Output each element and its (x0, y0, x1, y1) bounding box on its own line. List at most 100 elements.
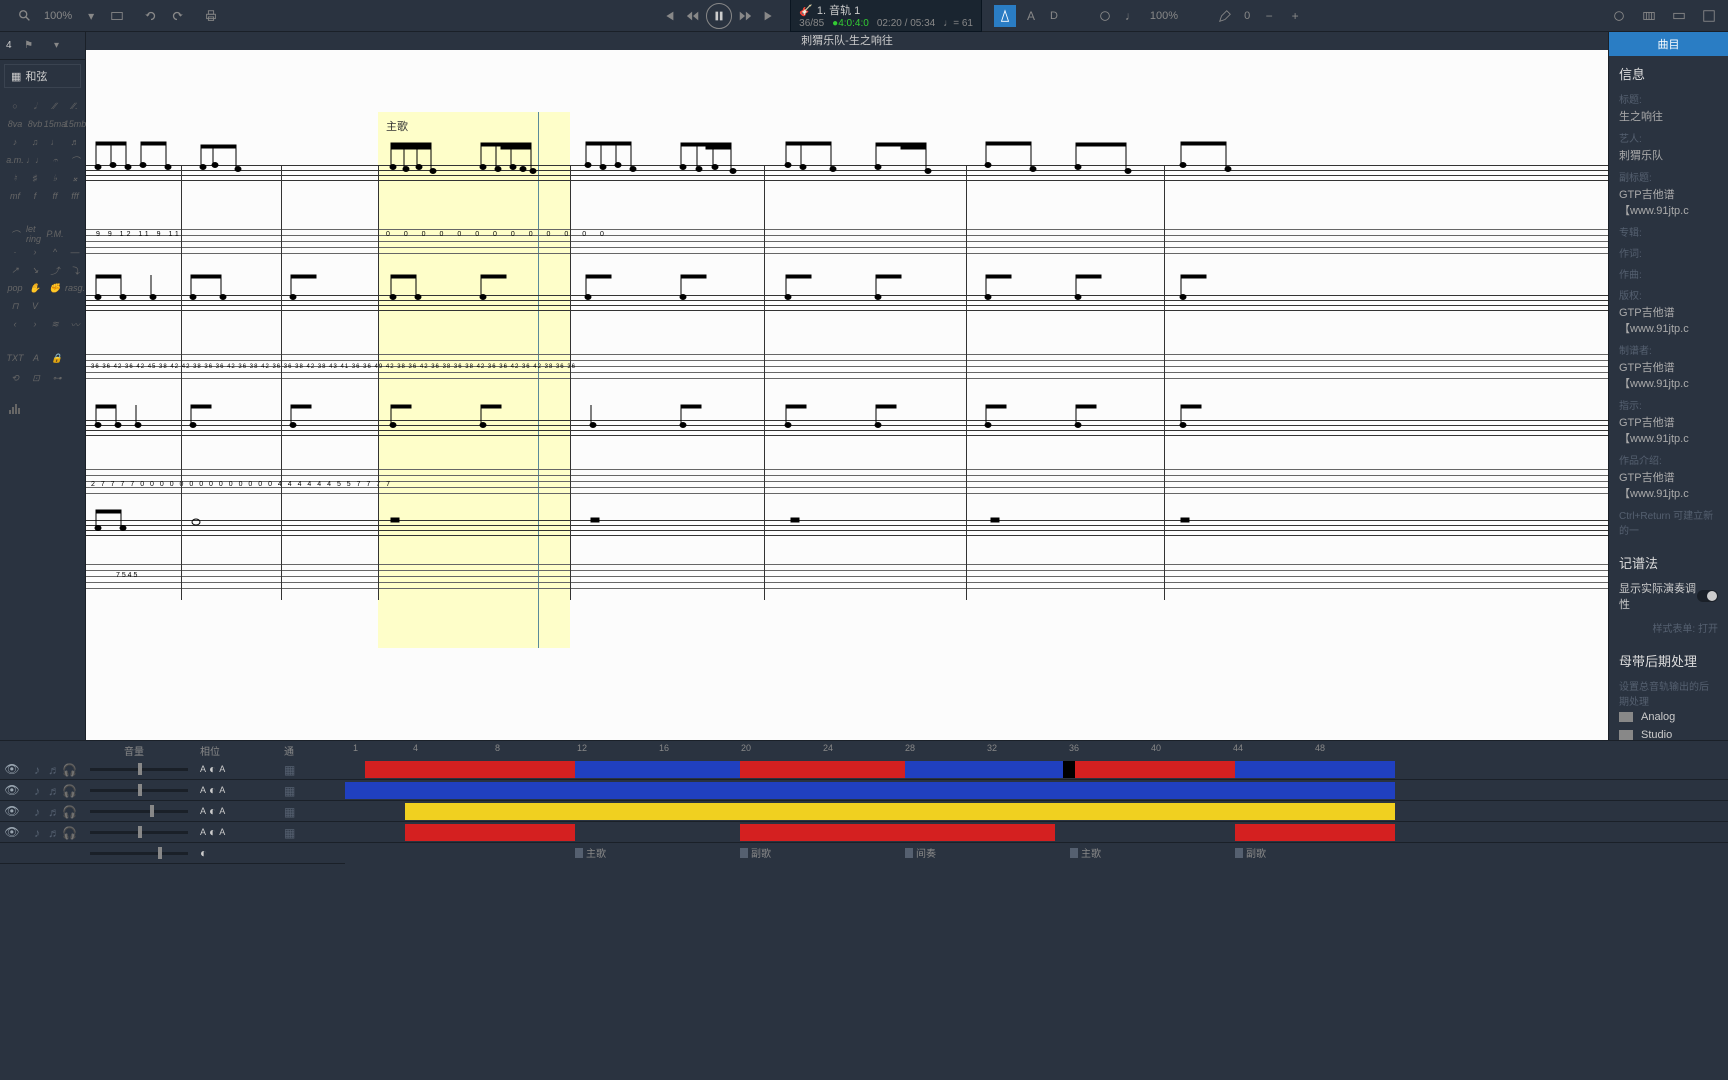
track-header-2[interactable]: 👁 ♪♬🎧 A◐A ▦ (0, 780, 345, 801)
tool-staccato[interactable]: · (6, 244, 24, 260)
panel-icon[interactable] (1698, 5, 1720, 27)
tool-8vb[interactable]: 8vb (26, 116, 44, 132)
grid-icon[interactable]: ▦ (284, 784, 296, 796)
marker[interactable]: 主歌 (575, 845, 606, 860)
master-volume-slider[interactable] (90, 852, 188, 855)
tool-txt[interactable]: TXT (6, 350, 24, 366)
marker[interactable]: 间奏 (905, 845, 936, 860)
tool-decresc[interactable]: › (26, 316, 44, 332)
zoom-level[interactable]: 100% (40, 10, 76, 22)
visibility-icon[interactable]: 👁 (0, 804, 24, 818)
forward-icon[interactable] (734, 5, 756, 27)
timeline-ruler[interactable]: 1 4 8 12 16 20 24 28 32 36 40 44 48 (345, 741, 1728, 759)
clip[interactable] (1075, 761, 1235, 778)
headphone-icon[interactable]: 🎧 (62, 763, 74, 775)
effect-studio[interactable]: Studio (1619, 726, 1718, 740)
track-header-1[interactable]: 👁 ♪♬🎧 A◐A ▦ (0, 759, 345, 780)
tempo-percent[interactable]: 100% (1146, 10, 1182, 22)
clip[interactable] (365, 761, 575, 778)
visibility-icon[interactable]: 👁 (0, 783, 24, 797)
redo-icon[interactable] (166, 5, 188, 27)
tool-trem[interactable]: ≋ (46, 316, 64, 332)
plus-icon[interactable]: + (1284, 5, 1306, 27)
pan-knob-icon[interactable]: ◐ (209, 804, 216, 818)
chord-button[interactable]: ▦ 和弦 (4, 64, 81, 88)
tool-note-1[interactable]: ♪ (6, 134, 24, 150)
visibility-icon[interactable]: 👁 (0, 762, 24, 776)
rewind-icon[interactable] (682, 5, 704, 27)
tool-double-slash[interactable]: ∕∕. (66, 98, 84, 114)
tool-fermata[interactable]: 𝄐 (46, 152, 64, 168)
tool-pop[interactable]: pop (6, 280, 24, 296)
clip[interactable] (905, 761, 1070, 778)
pan-knob-icon[interactable]: ◐ (209, 762, 216, 776)
tool-note-4[interactable]: ♬ (66, 134, 84, 150)
effect-analog[interactable]: Analog (1619, 708, 1718, 726)
headphone-icon[interactable]: 🎧 (62, 784, 74, 796)
loop-icon[interactable] (1094, 5, 1116, 27)
clip[interactable] (1235, 761, 1395, 778)
tool-blank3[interactable] (66, 298, 84, 314)
field-copyright-value[interactable]: GTP吉他谱【www.91jtp.c (1619, 304, 1718, 336)
tool-8va[interactable]: 8va (6, 116, 24, 132)
toggle-switch-icon[interactable] (1697, 590, 1718, 602)
tool-pm[interactable]: P.M. (46, 226, 64, 242)
timeline[interactable]: 1 4 8 12 16 20 24 28 32 36 40 44 48 (345, 741, 1728, 860)
tool-blank1[interactable] (66, 226, 84, 242)
grid-icon[interactable]: ▦ (284, 763, 296, 775)
tool-double-sharp[interactable]: 𝄪 (66, 170, 84, 186)
grid-icon[interactable]: ▦ (284, 805, 296, 817)
clip[interactable] (345, 782, 1395, 799)
tool-slap[interactable]: ✋ (26, 280, 44, 296)
filter-icon[interactable]: ▾ (46, 35, 68, 57)
field-title-value[interactable]: 生之响往 (1619, 108, 1718, 124)
mute-icon[interactable]: ♪ (34, 826, 46, 838)
tool-mf[interactable]: mf (6, 188, 24, 204)
marker[interactable]: 副歌 (1235, 845, 1266, 860)
zoom-dropdown-icon[interactable]: ▾ (80, 5, 102, 27)
visibility-icon[interactable]: 👁 (0, 825, 24, 839)
clip[interactable] (405, 803, 1395, 820)
fit-icon[interactable] (106, 5, 128, 27)
tool-aa[interactable]: A (27, 350, 45, 366)
field-tab-value[interactable]: GTP吉他谱【www.91jtp.c (1619, 359, 1718, 391)
tool-eq-icon[interactable] (6, 400, 24, 416)
tool-lock[interactable]: 🔒 (48, 350, 66, 366)
mute-icon[interactable]: ♪ (34, 784, 46, 796)
field-artist-value[interactable]: 刺猬乐队 (1619, 147, 1718, 163)
volume-slider[interactable] (90, 810, 188, 813)
tool-half-note[interactable]: 𝅗𝅥 (26, 98, 44, 114)
tool-palm[interactable]: ✊ (46, 280, 64, 296)
skip-start-icon[interactable] (658, 5, 680, 27)
print-icon[interactable] (200, 5, 222, 27)
track-lane-3[interactable] (345, 801, 1728, 822)
solo-icon[interactable]: ♬ (48, 763, 60, 775)
clip[interactable] (905, 824, 1055, 841)
track-header-4[interactable]: 👁 ♪♬🎧 A◐A ▦ (0, 822, 345, 843)
tool-f[interactable]: f (26, 188, 44, 204)
track-lane-1[interactable] (345, 759, 1728, 780)
headphone-icon[interactable]: 🎧 (62, 826, 74, 838)
tool-accent[interactable]: › (26, 244, 44, 260)
tool-slide2[interactable]: ↘ (26, 262, 44, 278)
mute-icon[interactable]: ♪ (34, 763, 46, 775)
tool-slash[interactable]: ∕∕ (46, 98, 64, 114)
panel-tab-song[interactable]: 曲目 (1609, 32, 1728, 56)
score-view[interactable]: 刺猬乐队-生之响往 主歌 (86, 32, 1608, 740)
tool-tenuto[interactable]: — (66, 244, 84, 260)
track-info-display[interactable]: 🎸1. 音轨 1 36/85 ●4:0:4:0 02:20 / 05:34 ♩=… (790, 0, 982, 32)
tool-vib[interactable]: 〰 (66, 316, 84, 332)
track-lane-4[interactable] (345, 822, 1728, 843)
tempo-note-icon[interactable]: ♩ (1120, 5, 1142, 27)
pan-knob-icon[interactable]: ◐ (209, 825, 216, 839)
tool-marcato[interactable]: ^ (46, 244, 64, 260)
pause-button[interactable] (706, 3, 732, 29)
voice-number[interactable]: 4 (6, 40, 12, 51)
tool-sharp[interactable]: ♯ (26, 170, 44, 186)
tool-letring[interactable]: let ring (26, 226, 44, 242)
pan-knob-icon[interactable]: ◐ (200, 846, 207, 860)
field-notes-value[interactable]: GTP吉他谱【www.91jtp.c (1619, 469, 1718, 501)
tool-15mb[interactable]: 15mb (66, 116, 84, 132)
tool-tie[interactable]: ⌒ (66, 152, 84, 168)
tool-natural[interactable]: ♮ (6, 170, 24, 186)
